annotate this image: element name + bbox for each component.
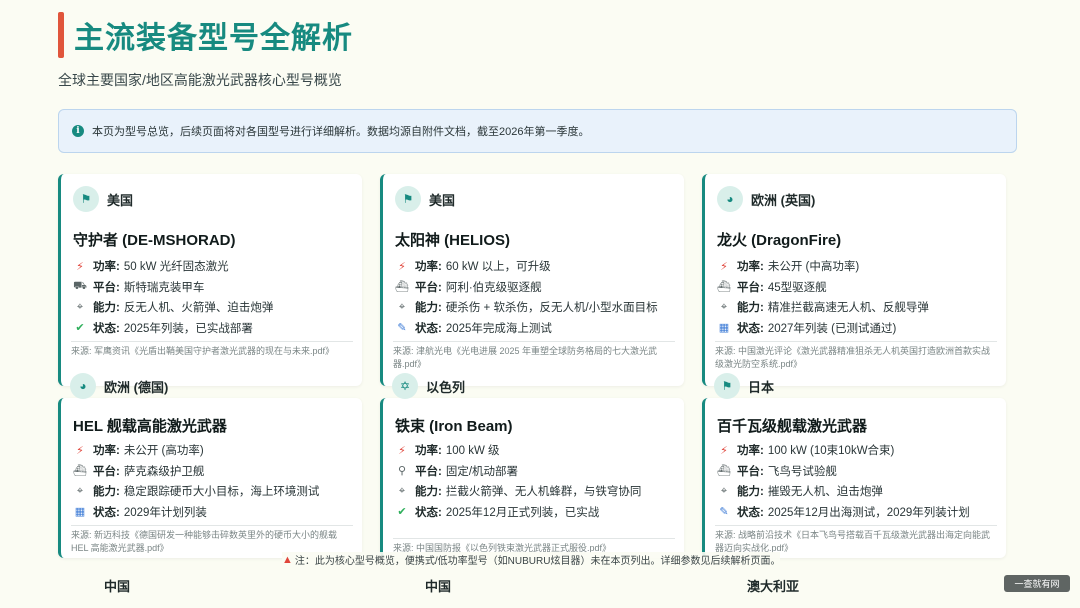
page-subtitle: 全球主要国家/地区高能激光武器核心型号概览 [58,72,342,88]
calendar-icon: ▦ [718,322,730,335]
attr-power: ⚡ 功率: 50 kW 光纤固态激光 [73,256,273,277]
watermark-badge: 一查就有网 [1004,575,1070,592]
globe-icon: ◕ [717,186,743,212]
check-circle-icon: ✔ [397,506,407,519]
weapon-card-dragonfire: ◕ 欧洲 (英国) 龙火 (DragonFire) ⚡ 功率: 未公开 (中高功率)… [702,174,1006,386]
attr-capability: ⌖ 能力: 反无人机、火箭弹、迫击炮弹 [73,297,273,318]
warning-icon: ▲ [282,553,293,566]
location-pin-icon: ⚲ [397,465,407,478]
card-model-name: 百千瓦级舰载激光武器 [717,418,868,435]
truck-icon: ⛟ [73,279,87,292]
crosshair-icon: ⌖ [720,300,728,313]
attr-platform: ⚲ 平台: 固定/机动部署 [395,461,641,482]
crosshair-icon: ⌖ [76,300,84,313]
card-source: 来源: 新迈科技《德国研发一种能够击碎数英里外的硬币大小的舰载 HEL 高能激光… [71,525,353,555]
region-header-australia: 澳大利亚 [747,579,800,594]
page-title: 主流装备型号全解析 [74,22,353,55]
card-source: 来源: 中国激光评论《激光武器精准狙杀无人机英国打造欧洲首款实战级激光防空系统.… [715,341,997,371]
pencil-icon: ✎ [719,506,729,519]
region-header-germany: ◕ 欧洲 (德国) [70,373,168,399]
card-region: 美国 [429,192,456,208]
card-region: 欧洲 (英国) [751,192,816,208]
attr-capability: ⌖ 能力: 硬杀伤 + 软杀伤，反无人机/小型水面目标 [395,297,658,318]
attr-power: ⚡ 功率: 未公开 (中高功率) [717,256,929,277]
card-source: 来源: 战略前沿技术《日本飞鸟号搭载百千瓦级激光武器出海定向能武器迈向实战化.p… [715,525,997,555]
info-text: 本页为型号总览，后续页面将对各国型号进行详细解析。数据均源自附件文档，截至202… [92,126,590,138]
weapon-card-helios: ⚑ 美国 太阳神 (HELIOS) ⚡ 功率: 60 kW 以上，可升级 ⛴ 平台: 阿… [380,174,684,386]
flag-icon: ⚑ [714,373,740,399]
region-header-japan: ⚑ 日本 [714,373,774,399]
attr-platform: ⛴ 平台: 飞鸟号试验舰 [717,465,837,478]
ship-icon: ⛴ [717,465,731,478]
attr-capability: ⌖ 能力: 稳定跟踪硬币大小目标，海上环境测试 [73,481,319,502]
weapon-card-hel-germany: HEL 舰载高能激光武器 ⚡ 功率: 未公开 (高功率) ⛴ 平台: 萨克森级护卫舰 ⌖… [58,398,362,558]
bolt-icon: ⚡ [398,260,406,273]
attr-status: ✎ 状态: 2025年完成海上测试 [395,318,658,339]
attr-platform: ⛴ 平台: 萨克森级护卫舰 [73,465,205,478]
ship-icon: ⛴ [395,281,409,294]
attr-capability: ⌖ 能力: 拦截火箭弹、无人机蜂群，与铁穹协同 [395,481,641,502]
star-of-david-icon: ✡ [392,373,418,399]
card-model-name: 太阳神 (HELIOS) [395,232,510,249]
attr-platform: ⛴ 平台: 45型驱逐舰 [717,281,827,294]
crosshair-icon: ⌖ [398,300,406,313]
region-header-china-1: 中国 [104,579,131,594]
attr-power: ⚡ 功率: 60 kW 以上，可升级 [395,256,658,277]
weapon-card-iron-beam: 铁束 (Iron Beam) ⚡ 功率: 100 kW 级 ⚲ 平台: 固定/机动部署 … [380,398,684,558]
bolt-icon: ⚡ [398,444,406,457]
card-source: 来源: 军鹰资讯《光盾出鞘美国守护者激光武器的现在与未来.pdf》 [71,341,353,358]
attr-platform: ⛟ 平台: 斯特瑞克装甲车 [73,279,205,294]
attr-power: ⚡ 功率: 100 kW (10束10kW合束) [717,440,970,461]
calendar-icon: ▦ [74,506,86,519]
bolt-icon: ⚡ [720,444,728,457]
bolt-icon: ⚡ [720,260,728,273]
crosshair-icon: ⌖ [720,484,728,497]
attr-power: ⚡ 功率: 100 kW 级 [395,440,641,461]
attr-status: ✔ 状态: 2025年12月正式列装，已实战 [395,502,641,523]
card-model-name: HEL 舰载高能激光武器 [73,418,227,435]
attr-status: ✎ 状态: 2025年12月出海测试，2029年列装计划 [717,502,969,523]
flag-icon: ⚑ [73,186,99,212]
attr-status: ▦ 状态: 2027年列装 (已测试通过) [718,322,897,335]
bolt-icon: ⚡ [76,260,84,273]
crosshair-icon: ⌖ [398,484,406,497]
crosshair-icon: ⌖ [76,484,84,497]
ship-icon: ⛴ [73,465,87,478]
pencil-icon: ✎ [397,322,407,335]
attr-status: ✔ 状态: 2025年列装，已实战部署 [73,318,273,339]
globe-icon: ◕ [70,373,96,399]
card-model-name: 龙火 (DragonFire) [717,232,842,249]
card-model-name: 守护者 (DE-MSHORAD) [73,232,236,249]
attr-platform: ⛴ 平台: 阿利·伯克级驱逐舰 [395,281,542,294]
check-circle-icon: ✔ [75,322,85,335]
region-header-china-2: 中国 [425,579,452,594]
flag-icon: ⚑ [395,186,421,212]
ship-icon: ⛴ [717,281,731,294]
bolt-icon: ⚡ [76,444,84,457]
attr-power: ⚡ 功率: 未公开 (高功率) [73,440,319,461]
title-accent-bar [58,12,64,58]
card-model-name: 铁束 (Iron Beam) [395,418,513,435]
weapon-card-de-mshorad: ⚑ 美国 守护者 (DE-MSHORAD) ⚡ 功率: 50 kW 光纤固态激光 ⛟… [58,174,362,386]
attr-capability: ⌖ 能力: 摧毁无人机、迫击炮弹 [717,481,970,502]
info-icon: i [72,125,84,137]
weapon-card-japan: 百千瓦级舰载激光武器 ⚡ 功率: 100 kW (10束10kW合束) ⛴ 平台: 飞鸟… [702,398,1006,558]
footnote: ▲ 注：此为核心型号概览，便携式/低功率型号（如NUBURU炫目器）未在本页列出… [282,552,781,567]
attr-status: ▦ 状态: 2029年计划列装 [74,506,207,519]
card-source: 来源: 津航光电《光电进展 2025 年重塑全球防务格局的七大激光武器.pdf》 [393,341,675,371]
attr-capability: ⌖ 能力: 精准拦截高速无人机、反舰导弹 [717,297,929,318]
card-region: 美国 [107,192,134,208]
region-header-israel: ✡ 以色列 [392,373,465,399]
info-banner: i 本页为型号总览，后续页面将对各国型号进行详细解析。数据均源自附件文档，截至2… [58,109,1017,153]
